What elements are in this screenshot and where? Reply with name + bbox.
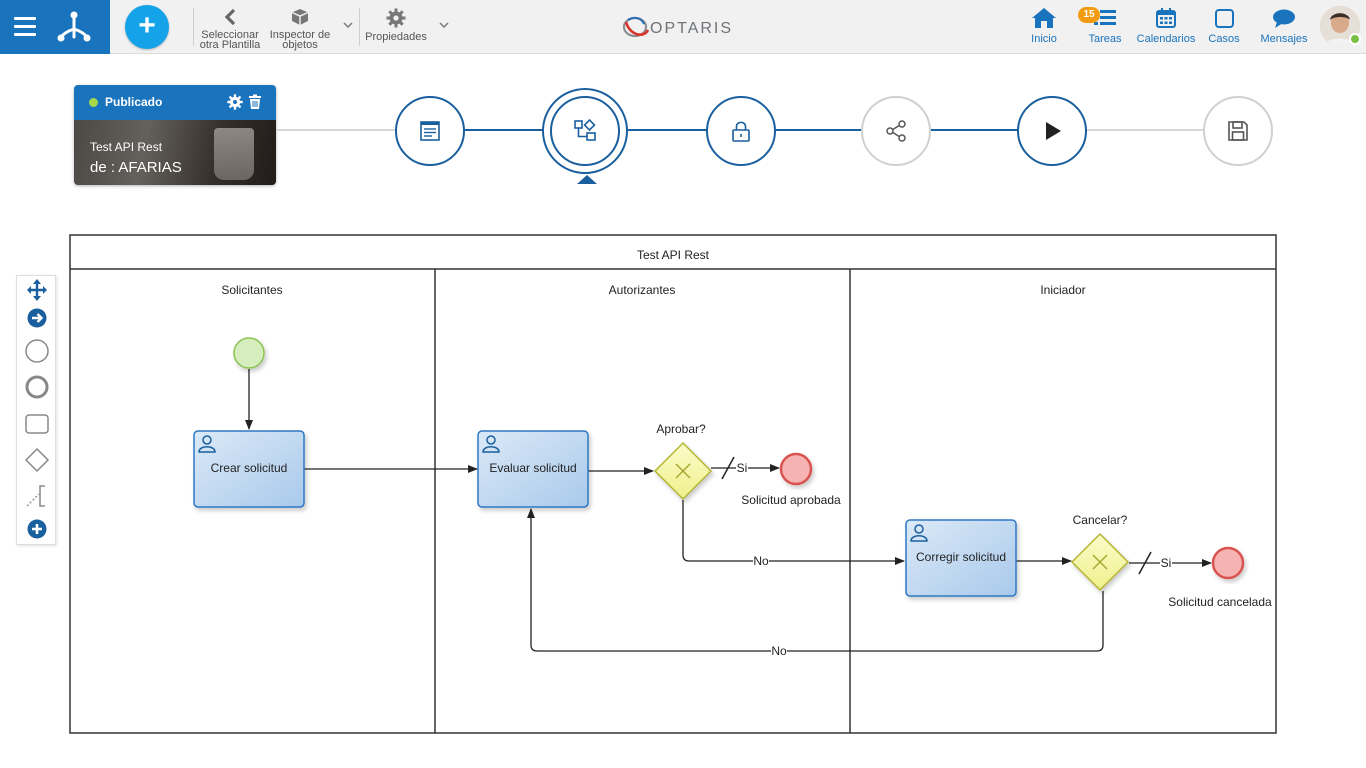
- task-label: Corregir solicitud: [916, 550, 1006, 564]
- flow-label-no: No: [753, 554, 769, 568]
- flow-label-yes: Si: [737, 461, 748, 475]
- flow-label-yes: Si: [1161, 556, 1172, 570]
- lane-solicitantes[interactable]: Solicitantes: [221, 283, 282, 297]
- task-evaluate-request[interactable]: Evaluar solicitud: [477, 430, 589, 508]
- task-create-request[interactable]: Crear solicitud: [193, 430, 305, 508]
- flow-cancel-no[interactable]: [527, 508, 1104, 652]
- gateway-label: Cancelar?: [1073, 513, 1128, 527]
- end-event-cancelled[interactable]: Solicitud cancelada: [1168, 546, 1272, 609]
- end-event-label: Solicitud aprobada: [741, 493, 841, 507]
- app-root: + Seleccionar otra Plantilla Inspector d…: [0, 0, 1366, 768]
- process-diagram: Test API Rest Solicitantes Autorizantes …: [69, 234, 1277, 734]
- gateway-cancel[interactable]: Cancelar?: [1070, 513, 1130, 592]
- end-event-label: Solicitud cancelada: [1168, 595, 1272, 609]
- end-event-approved[interactable]: Solicitud aprobada: [741, 452, 841, 507]
- pool-title: Test API Rest: [637, 248, 710, 262]
- flow-label-no: No: [771, 644, 787, 658]
- task-correct-request[interactable]: Corregir solicitud: [905, 519, 1017, 597]
- start-event[interactable]: [233, 337, 265, 369]
- flow-approve-no[interactable]: [682, 500, 905, 565]
- gateway-label: Aprobar?: [656, 422, 706, 436]
- task-label: Evaluar solicitud: [489, 461, 576, 475]
- gateway-approve[interactable]: Aprobar?: [653, 422, 713, 501]
- task-label: Crear solicitud: [211, 461, 288, 475]
- lane-autorizantes[interactable]: Autorizantes: [609, 283, 676, 297]
- lane-iniciador[interactable]: Iniciador: [1040, 283, 1085, 297]
